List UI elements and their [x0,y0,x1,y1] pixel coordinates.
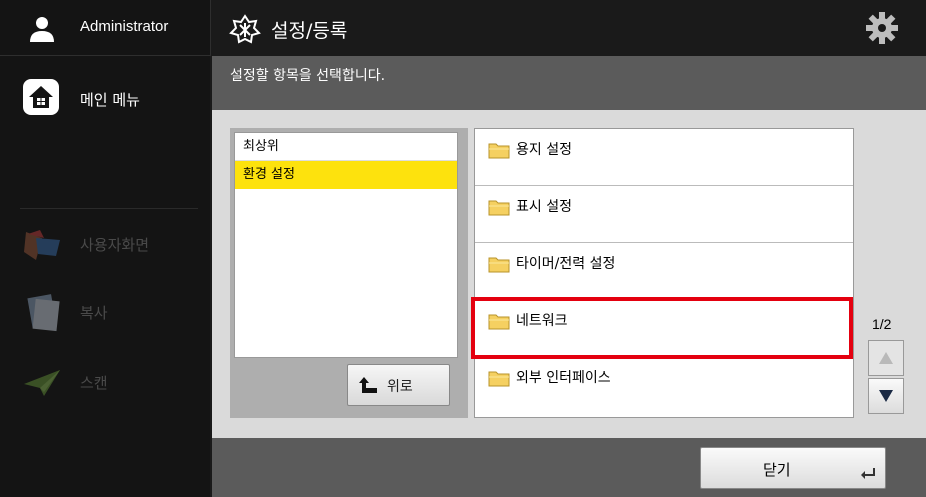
list-item-timer-power-settings[interactable]: 타이머/전력 설정 [475,243,853,300]
list-item-label: 타이머/전력 설정 [516,256,616,272]
folder-icon [488,257,510,273]
folder-icon [488,200,510,216]
list-item-label: 네트워크 [516,313,568,329]
header: 설정/등록 [210,0,926,56]
list-item-paper-settings[interactable]: 용지 설정 [475,129,853,186]
user-icon [30,17,54,42]
page-up-button[interactable] [868,340,904,376]
tree-item-environment[interactable]: 환경 설정 [235,161,457,189]
close-button[interactable]: 닫기 [700,447,886,489]
instruction-bar: 설정할 항목을 선택합니다. [212,56,926,110]
triangle-down-icon [879,390,893,402]
tree-list: 최상위 환경 설정 [234,132,458,358]
copy-icon [27,294,60,332]
gear-icon[interactable] [865,11,899,45]
sidebar-item-personal-screen[interactable]: 사용자화면 [0,212,210,272]
list-item-display-settings[interactable]: 표시 설정 [475,186,853,243]
instruction-text: 설정할 항목을 선택합니다. [230,68,386,84]
folder-icon [488,143,510,159]
page-counter: 1/2 [872,316,892,332]
main-menu-label: 메인 메뉴 [80,91,140,109]
user-name: Administrator [80,18,169,35]
up-button-label: 위로 [387,379,413,395]
settings-screen: Administrator 메인 메뉴 사용자화면 복사 스캔 설정/등록 설정… [0,0,926,497]
scan-icon [24,370,60,396]
sidebar-item-label: 스캔 [80,374,108,392]
user-info[interactable]: Administrator [0,0,210,56]
settings-list: 용지 설정 표시 설정 타이머/전력 설정 네트워크 외부 인터페이스 [471,128,854,418]
footer: 닫기 [212,438,926,497]
sidebar-item-label: 사용자화면 [80,236,150,254]
page-down-button[interactable] [868,378,904,414]
folder-icon [488,371,510,387]
tree-item-root[interactable]: 최상위 [235,133,457,161]
tree-panel: 최상위 환경 설정 위로 [230,128,468,418]
list-item-label: 용지 설정 [516,142,572,158]
enter-icon [861,468,875,479]
content-area: 최상위 환경 설정 위로 용지 설정 표시 설정 타이머/전력 설정 네트워크 … [212,110,926,438]
up-arrow-icon [359,377,377,393]
personal-screen-icon [24,230,60,260]
settings-register-icon [229,14,261,44]
main-menu-button[interactable]: 메인 메뉴 [0,56,210,140]
list-item-external-interface[interactable]: 외부 인터페이스 [475,357,853,414]
close-button-label: 닫기 [763,461,791,479]
sidebar-item-scan[interactable]: 스캔 [0,350,210,410]
sidebar-item-label: 복사 [80,304,108,322]
pager: 1/2 [858,300,908,418]
list-item-label: 표시 설정 [516,199,572,215]
list-item-network[interactable]: 네트워크 [471,297,853,359]
sidebar: Administrator 메인 메뉴 사용자화면 복사 스캔 [0,0,210,497]
sidebar-item-copy[interactable]: 복사 [0,280,210,340]
home-icon [23,79,59,115]
list-item-label: 외부 인터페이스 [516,370,611,386]
up-button[interactable]: 위로 [347,364,450,406]
folder-icon [488,314,510,330]
sidebar-divider [20,208,198,209]
page-title: 설정/등록 [271,20,348,42]
triangle-up-icon [879,352,893,364]
